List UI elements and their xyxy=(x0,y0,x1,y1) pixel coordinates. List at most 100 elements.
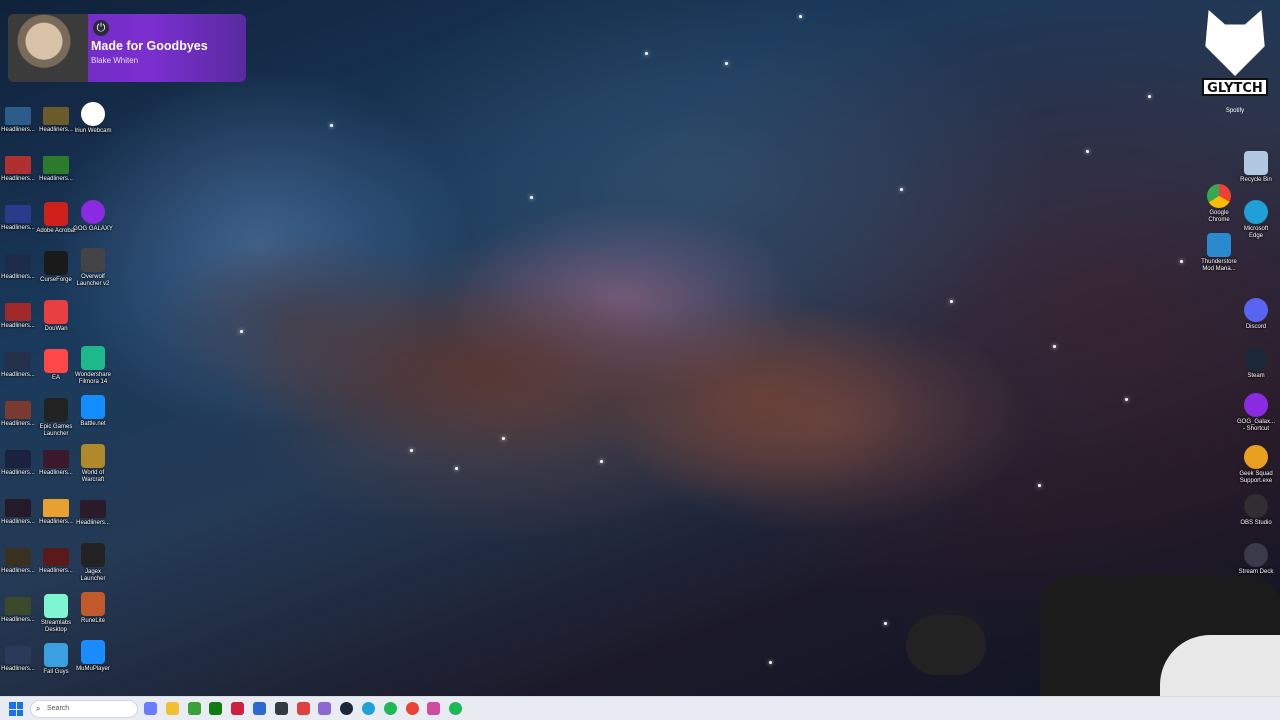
app-icon xyxy=(43,156,69,174)
desktop-shortcut[interactable]: Jagex Launcher xyxy=(73,543,113,589)
shortcut-label: Battle.net xyxy=(80,421,106,427)
star xyxy=(799,15,802,18)
desktop-shortcut[interactable]: GOG GALAXY xyxy=(73,200,113,246)
desktop-shortcut[interactable]: Overwolf Launcher v2 xyxy=(73,248,113,294)
app-icon xyxy=(5,597,31,615)
desktop-shortcut[interactable]: Steam xyxy=(1236,347,1276,393)
shortcut-label: Jagex Launcher xyxy=(80,569,106,582)
desktop-shortcut[interactable]: Streamlabs Desktop xyxy=(36,594,76,640)
app-icon-red[interactable] xyxy=(231,702,245,715)
desktop-shortcut[interactable]: Headliners... xyxy=(0,594,38,640)
desktop-shortcut[interactable]: Geek Squad Support.exe xyxy=(1236,445,1276,491)
xbox-icon[interactable] xyxy=(209,702,223,715)
search-placeholder: Search xyxy=(47,705,70,712)
app-icon xyxy=(43,450,69,468)
shortcut-label: Recycle Bin xyxy=(1240,177,1272,183)
app-icon xyxy=(1244,494,1268,518)
star xyxy=(455,467,458,470)
copilot-icon[interactable] xyxy=(144,702,157,715)
spotify-icon[interactable] xyxy=(383,702,397,715)
shortcut-label: Adobe Acrobat xyxy=(36,228,76,234)
desktop-shortcut[interactable]: DouWan xyxy=(36,300,76,346)
windows-start-icon[interactable] xyxy=(9,702,23,716)
star xyxy=(330,124,333,127)
desktop-shortcut[interactable]: Headliners... xyxy=(73,497,113,543)
desktop-shortcut[interactable]: Wondershare Filmora 14 xyxy=(73,346,113,392)
app-icon-pink[interactable] xyxy=(427,702,441,715)
desktop-shortcut[interactable]: Headliners... xyxy=(36,496,76,542)
power-icon[interactable]: ⏻ xyxy=(93,20,109,36)
shortcut-label: Headliners... xyxy=(1,323,35,329)
app-icon xyxy=(81,592,105,616)
desktop-shortcut[interactable]: RuneLite xyxy=(73,592,113,638)
desktop-shortcut[interactable]: Microsoft Edge xyxy=(1236,200,1276,246)
desktop-shortcut[interactable]: OBS Studio xyxy=(1236,494,1276,540)
desktop-shortcut[interactable]: Fall Guys xyxy=(36,643,76,689)
desktop-shortcut[interactable]: Headliners... xyxy=(36,447,76,493)
desktop-shortcut[interactable]: Headliners... xyxy=(36,104,76,150)
app-icon xyxy=(81,248,105,272)
star xyxy=(884,622,887,625)
desktop-shortcut[interactable]: MuMuPlayer xyxy=(73,640,113,686)
desktop-shortcut[interactable]: Headliners... xyxy=(0,153,38,199)
desktop-shortcut[interactable]: Battle.net xyxy=(73,395,113,441)
desktop-shortcut[interactable]: Headliners... xyxy=(0,447,38,493)
desktop-shortcut[interactable]: Headliners... xyxy=(0,202,38,248)
desktop-shortcut[interactable]: EA xyxy=(36,349,76,395)
desktop-shortcut[interactable]: Adobe Acrobat xyxy=(36,202,76,248)
star xyxy=(1086,150,1089,153)
glytch-logo-shortcut[interactable]: GLYTCH Spotify xyxy=(1202,10,1268,114)
desktop-shortcut[interactable]: Discord xyxy=(1236,298,1276,344)
app-icon xyxy=(5,107,31,125)
desktop-shortcut[interactable]: Headliners... xyxy=(0,545,38,591)
shortcut-label: Headliners... xyxy=(1,225,35,231)
desktop-shortcut[interactable]: Iriun Webcam xyxy=(73,102,113,148)
desktop-shortcut[interactable]: Thunderstore Mod Mana... xyxy=(1199,233,1239,279)
app-icon-purple[interactable] xyxy=(318,702,332,715)
desktop-shortcut[interactable]: Headliners... xyxy=(0,104,38,150)
desktop-shortcut[interactable]: Headliners... xyxy=(36,545,76,591)
minecraft-icon[interactable] xyxy=(187,702,201,715)
desktop-shortcut[interactable]: Recycle Bin xyxy=(1236,151,1276,197)
desktop-shortcut[interactable]: Headliners... xyxy=(0,251,38,297)
desktop-shortcut[interactable]: Headliners... xyxy=(36,153,76,199)
star xyxy=(530,196,533,199)
app-icon xyxy=(81,640,105,664)
desktop-shortcut[interactable]: Headliners... xyxy=(0,300,38,346)
app-icon xyxy=(1244,151,1268,175)
desktop-shortcut[interactable]: Epic Games Launcher xyxy=(36,398,76,444)
taskbar-search-box[interactable]: ⌕ Search xyxy=(30,700,138,718)
star xyxy=(645,52,648,55)
app-icon xyxy=(44,594,68,618)
desktop-shortcut[interactable]: CurseForge xyxy=(36,251,76,297)
desktop-shortcut[interactable]: Headliners... xyxy=(0,349,38,395)
app-icon xyxy=(5,156,31,174)
shortcut-label: Headliners... xyxy=(39,519,73,525)
chrome-icon[interactable] xyxy=(405,702,419,715)
now-playing-widget[interactable]: ⏻ Made for Goodbyes Blake Whiten xyxy=(8,14,246,82)
app-icon-mixed[interactable] xyxy=(296,702,310,715)
shortcut-label: Headliners... xyxy=(39,127,73,133)
app-icon-dark[interactable] xyxy=(274,702,288,715)
star xyxy=(900,188,903,191)
desktop-shortcut[interactable]: Headliners... xyxy=(0,496,38,542)
shortcut-label: Wondershare Filmora 14 xyxy=(75,372,111,385)
file-explorer-icon[interactable] xyxy=(165,702,179,715)
desktop-shortcut[interactable]: GOG_Galax... - Shortcut xyxy=(1236,393,1276,439)
search-icon: ⌕ xyxy=(36,704,41,713)
shortcut-label: Headliners... xyxy=(1,127,35,133)
star xyxy=(950,300,953,303)
desktop-shortcut[interactable]: Headliners... xyxy=(0,398,38,444)
desktop-shortcut[interactable]: Headliners... xyxy=(0,643,38,689)
desktop-shortcut[interactable]: World of Warcraft xyxy=(73,444,113,490)
edge-icon[interactable] xyxy=(362,702,375,715)
shortcut-label: Headliners... xyxy=(1,421,35,427)
spotify-icon-2[interactable] xyxy=(449,702,463,715)
shortcut-label: Headliners... xyxy=(1,617,35,623)
track-artist: Blake Whiten xyxy=(91,56,139,65)
app-icon-blue[interactable] xyxy=(253,702,266,715)
steam-icon[interactable] xyxy=(340,702,354,715)
webcam-overlay xyxy=(900,565,1280,696)
desktop-shortcut[interactable]: Google Chrome xyxy=(1199,184,1239,230)
glytch-caption: Spotify xyxy=(1225,108,1245,114)
